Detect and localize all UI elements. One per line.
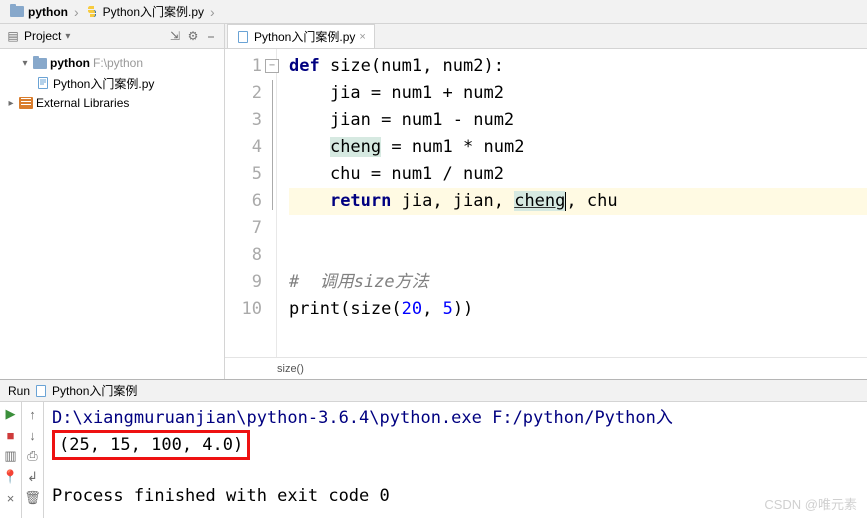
run-tool-window: Run Python入门案例 ▶ ■ ▥ 📍 × ↑ ↓ ⎙ ↲ 🗑 D:\xi… (0, 379, 867, 518)
export-icon[interactable]: ⎙ (25, 448, 41, 464)
library-icon (19, 97, 33, 109)
line-number: 7 (225, 215, 262, 242)
gear-icon[interactable]: ⚙ (186, 29, 200, 43)
console-exit-message: Process finished with exit code 0 (52, 484, 859, 508)
highlighted-output: (25, 15, 100, 4.0) (52, 430, 250, 460)
code-text: print(size( (289, 299, 402, 319)
expand-arrow-icon[interactable]: ▾ (20, 58, 30, 69)
project-header: ▤ Project ▾ ⇲ ⚙ ⎯ (0, 24, 224, 49)
project-root-name: python (50, 56, 90, 70)
chevron-right-icon: › (72, 4, 81, 20)
run-toolbar-right: ↑ ↓ ⎙ ↲ 🗑 (22, 402, 44, 518)
code-text: cheng (330, 137, 381, 157)
collapse-icon[interactable]: ⇲ (168, 29, 182, 43)
close-icon[interactable]: × (359, 31, 365, 43)
line-number: 5 (225, 161, 262, 188)
editor-area: Python入门案例.py × 1 2 3 4 5 6 7 8 9 10 −de… (225, 24, 867, 379)
code-editor[interactable]: 1 2 3 4 5 6 7 8 9 10 −def size(num1, num… (225, 49, 867, 357)
editor-tabs: Python入门案例.py × (225, 24, 867, 49)
pin-icon[interactable]: 📍 (3, 469, 19, 485)
code-comment: # 调用size方法 (289, 272, 429, 292)
line-number: 3 (225, 107, 262, 134)
run-toolbar-left: ▶ ■ ▥ 📍 × (0, 402, 22, 518)
down-icon[interactable]: ↓ (25, 427, 41, 443)
project-tree: ▾ python F:\python Python入门案例.py ▸ Exter… (0, 49, 224, 117)
editor-tab-label: Python入门案例.py (254, 28, 355, 45)
line-number: 6 (225, 188, 262, 215)
project-header-label: Project (24, 29, 61, 43)
breadcrumb-file-label: Python入门案例.py (103, 3, 204, 20)
python-file-icon (36, 76, 50, 90)
hide-icon[interactable]: ⎯ (204, 29, 218, 43)
project-tool-window: ▤ Project ▾ ⇲ ⚙ ⎯ ▾ python F:\python Pyt… (0, 24, 225, 379)
breadcrumb-root-label: python (28, 5, 68, 19)
tree-file-item[interactable]: Python入门案例.py (0, 73, 224, 93)
breadcrumb-bar: python › Python入门案例.py › (0, 0, 867, 24)
close-icon[interactable]: × (3, 490, 19, 506)
fold-guide (272, 80, 286, 210)
project-root-path: F:\python (93, 56, 143, 70)
console-result: (25, 15, 100, 4.0) (59, 433, 243, 457)
line-number: 1 (225, 53, 262, 80)
up-icon[interactable]: ↑ (25, 406, 41, 422)
chevron-right-icon: › (208, 4, 217, 20)
code-text: = num1 * num2 (381, 137, 524, 157)
expand-arrow-icon[interactable]: ▸ (6, 98, 16, 109)
layout-icon[interactable]: ▥ (3, 448, 19, 464)
breadcrumb-file[interactable]: Python入门案例.py (81, 3, 208, 20)
run-header-prefix: Run (8, 384, 30, 398)
python-file-icon (236, 30, 250, 44)
chevron-down-icon[interactable]: ▾ (65, 31, 70, 42)
code-text: , chu (566, 191, 617, 211)
code-text: )) (453, 299, 473, 319)
tree-file-label: Python入门案例.py (53, 75, 154, 92)
project-view-icon[interactable]: ▤ (6, 29, 20, 43)
rerun-icon[interactable]: ▶ (3, 406, 19, 422)
code-text: , (422, 299, 442, 319)
code-number: 20 (402, 299, 422, 319)
wrap-icon[interactable]: ↲ (25, 469, 41, 485)
run-header-title: Python入门案例 (52, 382, 137, 399)
code-text: jia, jian, (391, 191, 514, 211)
external-libraries-label: External Libraries (36, 96, 129, 110)
line-number: 9 (225, 269, 262, 296)
python-file-icon (85, 5, 99, 19)
code-number: 5 (443, 299, 453, 319)
code-text: size(num1, num2): (320, 56, 504, 76)
stop-icon[interactable]: ■ (3, 427, 19, 443)
line-gutter: 1 2 3 4 5 6 7 8 9 10 (225, 49, 277, 357)
console-output[interactable]: D:\xiangmuruanjian\python-3.6.4\python.e… (44, 402, 867, 518)
code-text (289, 137, 330, 157)
code-kw: return (330, 191, 391, 211)
editor-crumb[interactable]: size() (277, 363, 304, 375)
python-file-icon (34, 384, 48, 398)
editor-crumb-bar: size() (225, 357, 867, 379)
code-text (289, 191, 330, 211)
code-text: chu = num1 / num2 (289, 164, 504, 184)
breadcrumb-root[interactable]: python (6, 5, 72, 19)
code-text: jian = num1 - num2 (289, 110, 514, 130)
folder-icon (33, 58, 47, 69)
tree-external-libraries[interactable]: ▸ External Libraries (0, 93, 224, 113)
trash-icon[interactable]: 🗑 (25, 490, 41, 506)
tree-project-root[interactable]: ▾ python F:\python (0, 53, 224, 73)
folder-icon (10, 6, 24, 17)
code-text: cheng (514, 191, 565, 211)
line-number: 10 (225, 296, 262, 323)
line-number: 8 (225, 242, 262, 269)
line-number: 4 (225, 134, 262, 161)
line-number: 2 (225, 80, 262, 107)
code-content[interactable]: −def size(num1, num2): jia = num1 + num2… (277, 49, 867, 357)
fold-icon[interactable]: − (265, 59, 279, 73)
editor-tab[interactable]: Python入门案例.py × (227, 24, 375, 48)
console-command: D:\xiangmuruanjian\python-3.6.4\python.e… (52, 406, 859, 430)
code-text: jia = num1 + num2 (289, 83, 504, 103)
code-kw: def (289, 56, 320, 76)
run-header: Run Python入门案例 (0, 380, 867, 402)
